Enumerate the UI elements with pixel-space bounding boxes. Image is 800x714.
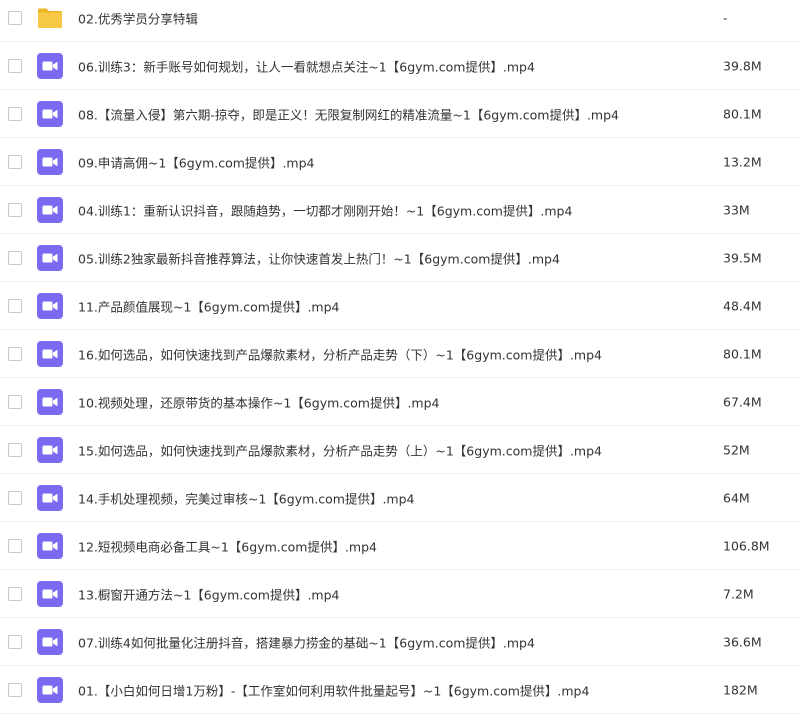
row-checkbox[interactable] [8, 298, 22, 313]
row-checkbox[interactable] [8, 634, 22, 649]
file-name[interactable]: 05.训练2独家最新抖音推荐算法，让你快速首发上热门！~1【6gym.com提供… [78, 248, 560, 267]
row-checkbox[interactable] [8, 586, 22, 601]
file-row[interactable]: 11.产品颜值展现~1【6gym.com提供】.mp4 48.4M [0, 282, 800, 330]
file-row[interactable]: 10.视频处理，还原带货的基本操作~1【6gym.com提供】.mp4 67.4… [0, 378, 800, 426]
file-name[interactable]: 07.训练4如何批量化注册抖音，搭建暴力捞金的基础~1【6gym.com提供】.… [78, 632, 535, 651]
file-row[interactable]: 16.如何选品，如何快速找到产品爆款素材，分析产品走势（下）~1【6gym.co… [0, 330, 800, 378]
file-size: - [723, 10, 728, 25]
file-row[interactable]: 13.橱窗开通方法~1【6gym.com提供】.mp4 7.2M [0, 570, 800, 618]
file-name[interactable]: 13.橱窗开通方法~1【6gym.com提供】.mp4 [78, 584, 339, 603]
file-name[interactable]: 04.训练1：重新认识抖音，跟随趋势，一切都才刚刚开始！~1【6gym.com提… [78, 200, 572, 219]
file-size: 67.4M [723, 394, 762, 409]
row-checkbox[interactable] [8, 10, 22, 25]
row-checkbox[interactable] [8, 250, 22, 265]
file-size: 13.2M [723, 154, 762, 169]
file-name[interactable]: 08.【流量入侵】第六期-掠夺，即是正义！无限复制网红的精准流量~1【6gym.… [78, 104, 619, 123]
video-icon [37, 532, 63, 559]
file-row[interactable]: 08.【流量入侵】第六期-掠夺，即是正义！无限复制网红的精准流量~1【6gym.… [0, 90, 800, 138]
file-size: 80.1M [723, 106, 762, 121]
video-icon [37, 148, 63, 175]
file-name[interactable]: 01.【小白如何日增1万粉】-【工作室如何利用软件批量起号】~1【6gym.co… [78, 680, 589, 699]
video-icon [37, 340, 63, 367]
file-row[interactable]: 01.【小白如何日增1万粉】-【工作室如何利用软件批量起号】~1【6gym.co… [0, 666, 800, 714]
file-name[interactable]: 12.短视频电商必备工具~1【6gym.com提供】.mp4 [78, 536, 377, 555]
file-row[interactable]: 04.训练1：重新认识抖音，跟随趋势，一切都才刚刚开始！~1【6gym.com提… [0, 186, 800, 234]
video-icon [37, 676, 63, 703]
video-icon [37, 388, 63, 415]
row-checkbox[interactable] [8, 394, 22, 409]
folder-icon [37, 5, 63, 31]
file-row[interactable]: 05.训练2独家最新抖音推荐算法，让你快速首发上热门！~1【6gym.com提供… [0, 234, 800, 282]
row-checkbox[interactable] [8, 538, 22, 553]
file-row[interactable]: 15.如何选品，如何快速找到产品爆款素材，分析产品走势（上）~1【6gym.co… [0, 426, 800, 474]
row-checkbox[interactable] [8, 682, 22, 697]
file-size: 64M [723, 490, 750, 505]
file-size: 7.2M [723, 586, 754, 601]
file-name[interactable]: 15.如何选品，如何快速找到产品爆款素材，分析产品走势（上）~1【6gym.co… [78, 440, 602, 459]
video-icon [37, 196, 63, 223]
row-checkbox[interactable] [8, 154, 22, 169]
file-name[interactable]: 14.手机处理视频，完美过审核~1【6gym.com提供】.mp4 [78, 488, 414, 507]
file-list: 02.优秀学员分享特辑 - 06.训练3：新手账号如何规划，让人一看就想点关注~… [0, 0, 800, 714]
row-checkbox[interactable] [8, 490, 22, 505]
row-checkbox[interactable] [8, 202, 22, 217]
file-size: 33M [723, 202, 750, 217]
video-icon [37, 436, 63, 463]
row-checkbox[interactable] [8, 346, 22, 361]
file-size: 39.5M [723, 250, 762, 265]
video-icon [37, 628, 63, 655]
video-icon [37, 52, 63, 79]
file-row[interactable]: 09.申请高佣~1【6gym.com提供】.mp4 13.2M [0, 138, 800, 186]
file-size: 106.8M [723, 538, 770, 553]
file-size: 36.6M [723, 634, 762, 649]
file-size: 52M [723, 442, 750, 457]
file-row[interactable]: 06.训练3：新手账号如何规划，让人一看就想点关注~1【6gym.com提供】.… [0, 42, 800, 90]
file-name[interactable]: 09.申请高佣~1【6gym.com提供】.mp4 [78, 152, 314, 171]
file-size: 80.1M [723, 346, 762, 361]
file-row[interactable]: 02.优秀学员分享特辑 - [0, 0, 800, 42]
file-name[interactable]: 02.优秀学员分享特辑 [78, 8, 198, 27]
file-name[interactable]: 11.产品颜值展现~1【6gym.com提供】.mp4 [78, 296, 339, 315]
video-icon [37, 100, 63, 127]
file-name[interactable]: 10.视频处理，还原带货的基本操作~1【6gym.com提供】.mp4 [78, 392, 439, 411]
file-name[interactable]: 16.如何选品，如何快速找到产品爆款素材，分析产品走势（下）~1【6gym.co… [78, 344, 602, 363]
video-icon [37, 484, 63, 511]
row-checkbox[interactable] [8, 442, 22, 457]
row-checkbox[interactable] [8, 58, 22, 73]
video-icon [37, 580, 63, 607]
file-row[interactable]: 14.手机处理视频，完美过审核~1【6gym.com提供】.mp4 64M [0, 474, 800, 522]
file-row[interactable]: 12.短视频电商必备工具~1【6gym.com提供】.mp4 106.8M [0, 522, 800, 570]
video-icon [37, 292, 63, 319]
row-checkbox[interactable] [8, 106, 22, 121]
file-size: 39.8M [723, 58, 762, 73]
file-row[interactable]: 07.训练4如何批量化注册抖音，搭建暴力捞金的基础~1【6gym.com提供】.… [0, 618, 800, 666]
file-size: 48.4M [723, 298, 762, 313]
file-name[interactable]: 06.训练3：新手账号如何规划，让人一看就想点关注~1【6gym.com提供】.… [78, 56, 535, 75]
file-size: 182M [723, 682, 758, 697]
video-icon [37, 244, 63, 271]
